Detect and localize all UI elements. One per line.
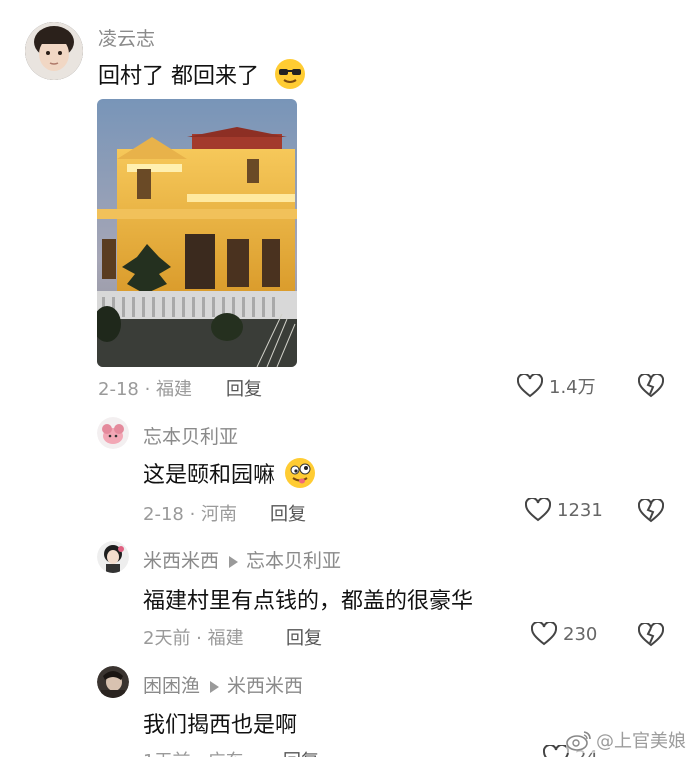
silly-face-emoji-icon <box>284 457 316 495</box>
like-button[interactable]: 1.4万 <box>517 373 596 399</box>
comment-date: 1天前 · 广东 <box>143 747 244 757</box>
comment-date: 2-18 · 河南 <box>143 504 238 525</box>
broken-heart-icon <box>637 497 665 523</box>
comment-date: 2天前 · 福建 <box>143 628 244 649</box>
reply-to-author[interactable]: 忘本贝利亚 <box>246 550 341 572</box>
broken-heart-icon <box>637 621 665 647</box>
comment-text-content: 回村了 都回来了 <box>98 64 259 89</box>
dislike-button[interactable] <box>637 372 665 402</box>
like-button[interactable]: 230 <box>531 622 597 646</box>
comment-date: 2-18 · 福建 <box>98 379 193 400</box>
dislike-button[interactable] <box>637 621 665 651</box>
dislike-button[interactable] <box>637 497 665 527</box>
comment-text: 我们揭西也是啊 <box>143 713 298 738</box>
comment-text: 这是颐和园嘛 <box>143 457 316 495</box>
reply-button[interactable]: 回复 <box>226 375 262 401</box>
weibo-logo-icon <box>566 731 591 751</box>
avatar[interactable] <box>97 541 129 573</box>
reply-button[interactable]: 回复 <box>270 500 306 526</box>
comment-image[interactable] <box>97 99 297 367</box>
reply-arrow-icon <box>229 555 239 568</box>
watermark-text: @上官美娘 <box>596 731 686 752</box>
reply-to-author[interactable]: 米西米西 <box>227 675 303 697</box>
watermark: @上官美娘 <box>566 727 686 753</box>
comment-author-line: 困困渔 米西米西 <box>143 671 303 698</box>
comment-author-line: 米西米西 忘本贝利亚 <box>143 546 341 573</box>
sunglasses-emoji-icon <box>274 58 306 96</box>
comment-text-content: 这是颐和园嘛 <box>143 463 276 488</box>
like-button[interactable]: 1231 <box>525 498 603 522</box>
like-count: 1.4万 <box>549 377 596 398</box>
like-count: 230 <box>563 623 598 645</box>
broken-heart-icon <box>637 372 665 398</box>
heart-icon <box>531 622 557 646</box>
comment-author[interactable]: 忘本贝利亚 <box>143 422 238 449</box>
comment-text: 福建村里有点钱的，都盖的很豪华 <box>143 589 474 614</box>
comment-author[interactable]: 凌云志 <box>98 24 155 51</box>
like-count: 1231 <box>557 499 603 521</box>
avatar[interactable] <box>97 666 129 698</box>
reply-button[interactable]: 回复 <box>283 747 319 757</box>
avatar[interactable] <box>97 417 129 449</box>
comment-author[interactable]: 米西米西 <box>143 550 219 572</box>
heart-icon <box>517 374 543 398</box>
reply-arrow-icon <box>210 680 220 693</box>
comment-text: 回村了 都回来了 <box>98 58 306 96</box>
avatar[interactable] <box>25 22 83 80</box>
reply-button[interactable]: 回复 <box>286 624 322 650</box>
heart-icon <box>525 498 551 522</box>
comment-author[interactable]: 困困渔 <box>143 675 200 697</box>
